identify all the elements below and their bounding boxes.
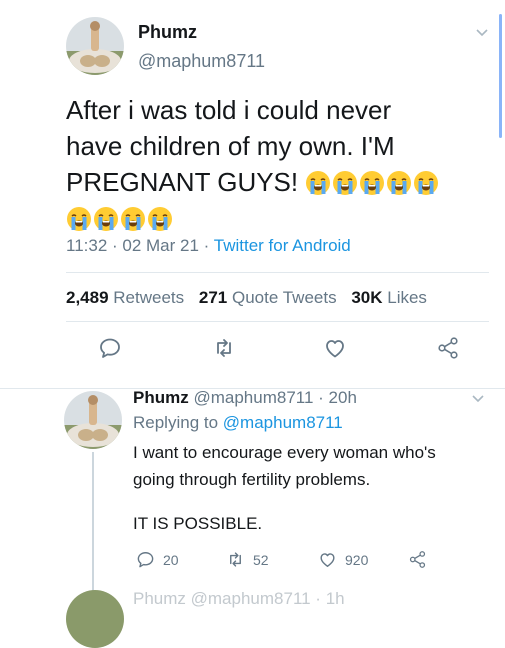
retweets-stat[interactable]: 2,489 Retweets xyxy=(66,288,184,307)
engagement-stats: 2,489 Retweets 271 Quote Tweets 30K Like… xyxy=(66,288,427,308)
reply-avatar[interactable] xyxy=(64,391,122,449)
likes-label: Likes xyxy=(387,288,427,307)
reply-retweet-button[interactable]: 52 xyxy=(226,550,269,569)
tweet-date[interactable]: 02 Mar 21 xyxy=(122,236,199,255)
tweet-text-line: After i was told i could never xyxy=(66,95,392,125)
loudly-crying-face-icon xyxy=(360,171,385,195)
thread-line xyxy=(92,452,94,599)
like-icon xyxy=(320,553,335,567)
share-icon[interactable] xyxy=(436,336,460,360)
replying-to: Replying to @maphum8711 xyxy=(133,413,343,433)
reply-share-button[interactable] xyxy=(408,550,435,569)
loudly-crying-face-icon xyxy=(121,207,145,231)
likes-count: 30K xyxy=(351,288,383,307)
retweet-icon xyxy=(230,552,241,567)
tweet-text-line: have children of my own. I'M xyxy=(66,131,395,161)
retweets-label: Retweets xyxy=(113,288,185,307)
author-name[interactable]: Phumz xyxy=(138,22,197,43)
reply-icon[interactable] xyxy=(98,336,122,360)
reply-text-line: I want to encourage every woman who's xyxy=(133,443,436,462)
quotes-label: Quote Tweets xyxy=(232,288,337,307)
tweet-meta: 11:32 · 02 Mar 21 · Twitter for Android xyxy=(66,236,351,255)
reply-author-handle[interactable]: @maphum8711 xyxy=(193,388,313,407)
reply-author-name[interactable]: Phumz xyxy=(133,388,189,407)
next-reply-header[interactable]: Phumz @maphum8711 · 1h xyxy=(133,589,345,609)
share-icon xyxy=(409,551,426,568)
retweet-icon[interactable] xyxy=(212,336,236,360)
replying-label: Replying to xyxy=(133,413,219,432)
emoji-group xyxy=(305,167,440,197)
emoji-group xyxy=(66,200,486,236)
reply-age[interactable]: 20h xyxy=(329,388,357,407)
tweet-text-line: PREGNANT GUYS! xyxy=(66,164,486,200)
author-handle[interactable]: @maphum8711 xyxy=(138,51,265,72)
tweet-time[interactable]: 11:32 xyxy=(66,236,107,255)
loudly-crying-face-icon xyxy=(306,171,331,195)
quotes-count: 271 xyxy=(198,288,228,307)
tweet-text: After i was told i could never have chil… xyxy=(66,92,486,236)
avatar[interactable] xyxy=(66,17,124,75)
tweet-source[interactable]: Twitter for Android xyxy=(214,236,351,255)
divider xyxy=(66,321,489,322)
retweets-count: 2,489 xyxy=(66,288,109,307)
loudly-crying-face-icon xyxy=(333,171,358,195)
reply-header: Phumz @maphum8711 · 20h xyxy=(133,388,357,407)
reply-reply-count: 20 xyxy=(163,551,179,568)
reply-like-button[interactable]: 920 xyxy=(318,550,368,569)
tweet-text-segment: PREGNANT GUYS! xyxy=(66,167,299,197)
loudly-crying-face-icon xyxy=(148,207,172,231)
chevron-down-icon[interactable] xyxy=(474,24,490,40)
reply-reply-button[interactable]: 20 xyxy=(136,550,179,569)
loudly-crying-face-icon xyxy=(94,207,118,231)
like-icon[interactable] xyxy=(323,336,347,360)
reply-icon xyxy=(137,552,154,568)
scrollbar[interactable] xyxy=(499,14,502,138)
loudly-crying-face-icon xyxy=(414,171,439,195)
replying-mention[interactable]: @maphum8711 xyxy=(223,413,343,432)
chevron-down-icon[interactable] xyxy=(470,390,486,406)
loudly-crying-face-icon xyxy=(387,171,412,195)
loudly-crying-face-icon xyxy=(67,207,91,231)
reply-retweet-count: 52 xyxy=(253,551,269,568)
reply-text: I want to encourage every woman who's go… xyxy=(133,439,483,493)
reply-text-paragraph: IT IS POSSIBLE. xyxy=(133,514,263,533)
reply-text-line: going through fertility problems. xyxy=(133,470,371,489)
reply-like-count: 920 xyxy=(345,551,369,568)
quotes-stat[interactable]: 271 Quote Tweets xyxy=(199,288,337,307)
likes-stat[interactable]: 30K Likes xyxy=(351,288,427,307)
divider xyxy=(66,272,489,273)
